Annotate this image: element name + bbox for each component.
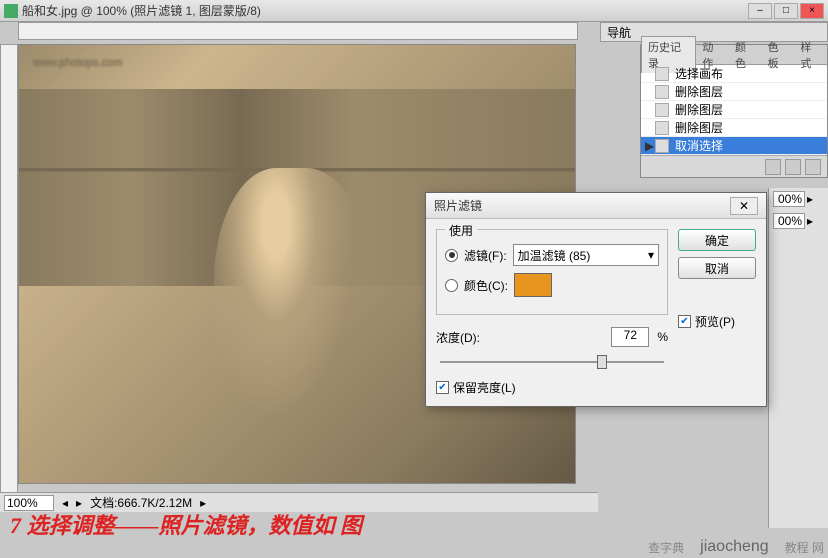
zidian-text: 查字典 [648,539,684,556]
density-unit: % [657,330,668,344]
preserve-luminosity-row: ✔ 保留亮度(L) [436,379,668,396]
dialog-body: 使用 滤镜(F): 加温滤镜 (85) ▾ 颜色(C): 浓度(D): [426,219,766,406]
history-item[interactable]: 删除图层 [641,119,827,137]
maximize-button[interactable]: □ [774,3,798,19]
history-step-icon [655,85,669,99]
opacity-field[interactable]: 00% [773,191,805,207]
chevron-right-icon[interactable]: ▸ [807,192,813,206]
density-row: 浓度(D): 72 % [436,327,668,347]
navigator-label: 导航 [607,24,631,41]
jiaocheng-logo: jiaocheng [700,538,769,556]
filter-value: 加温滤镜 (85) [518,247,591,264]
image-subject [214,168,370,453]
density-label: 浓度(D): [436,329,480,346]
filter-label: 滤镜(F): [464,247,507,264]
fill-row: 00% ▸ [769,210,828,232]
color-swatch[interactable] [514,273,552,297]
minimize-button[interactable]: – [748,3,772,19]
color-radio[interactable] [445,279,458,292]
app-icon [4,4,18,18]
chevron-down-icon: ▾ [648,248,654,262]
use-fieldset: 使用 滤镜(F): 加温滤镜 (85) ▾ 颜色(C): [436,229,668,315]
slider-thumb[interactable] [597,355,607,369]
trash-icon[interactable] [805,159,821,175]
history-list: 选择画布 删除图层 删除图层 删除图层 ▶ 取消选择 [641,65,827,155]
dialog-close-button[interactable]: ✕ [730,197,758,215]
page-watermark: 查字典 jiaocheng 教程 网 [648,538,824,556]
close-button[interactable]: × [800,3,824,19]
tab-styles[interactable]: 样式 [794,37,827,73]
history-step-icon [655,121,669,135]
dialog-main: 使用 滤镜(F): 加温滤镜 (85) ▾ 颜色(C): 浓度(D): [436,229,668,396]
history-current-icon: ▶ [645,139,655,153]
panel-tabs: 历史记录 动作 颜色 色板 样式 [641,45,827,65]
history-step-icon [655,67,669,81]
history-label: 选择画布 [675,65,723,82]
ruler-vertical [0,44,18,498]
history-label: 删除图层 [675,101,723,118]
preview-label: 预览(P) [695,313,735,330]
history-item[interactable]: 删除图层 [641,83,827,101]
photo-filter-dialog: 照片滤镜 ✕ 使用 滤镜(F): 加温滤镜 (85) ▾ 颜色(C): [425,192,767,407]
fieldset-legend: 使用 [445,222,477,239]
preview-checkbox[interactable]: ✔ [678,315,691,328]
slider-track-line [440,361,664,363]
history-step-icon [655,103,669,117]
ok-button[interactable]: 确定 [678,229,756,251]
tutorial-annotation: 7 选择调整——照片滤镜，数值如 图 [10,508,362,540]
fill-field[interactable]: 00% [773,213,805,229]
window-titlebar: 船和女.jpg @ 100% (照片滤镜 1, 图层蒙版/8) – □ × [0,0,828,22]
preserve-luminosity-checkbox[interactable]: ✔ [436,381,449,394]
opacity-row: 00% ▸ [769,188,828,210]
title-text: 船和女.jpg @ 100% (照片滤镜 1, 图层蒙版/8) [22,2,748,19]
history-label: 删除图层 [675,83,723,100]
filter-radio[interactable] [445,249,458,262]
history-panel: 历史记录 动作 颜色 色板 样式 选择画布 删除图层 删除图层 删除图层 ▶ [640,44,828,178]
density-slider[interactable] [440,353,664,371]
dialog-buttons: 确定 取消 ✔ 预览(P) [678,229,756,396]
history-item-current[interactable]: ▶ 取消选择 [641,137,827,155]
preview-row: ✔ 预览(P) [678,313,756,330]
watermark-text: www.photops.com [33,57,122,69]
history-step-icon [655,139,669,153]
window-controls: – □ × [748,3,824,19]
density-input[interactable]: 72 [611,327,649,347]
tab-color[interactable]: 颜色 [729,37,762,73]
cancel-button[interactable]: 取消 [678,257,756,279]
new-snapshot-icon[interactable] [765,159,781,175]
ruler-horizontal [18,22,578,40]
history-label: 取消选择 [675,137,723,154]
chevron-right-icon[interactable]: ▸ [807,214,813,228]
filter-select[interactable]: 加温滤镜 (85) ▾ [513,244,659,266]
new-doc-icon[interactable] [785,159,801,175]
dialog-title-text: 照片滤镜 [434,197,730,214]
preserve-luminosity-label: 保留亮度(L) [453,379,516,396]
history-label: 删除图层 [675,119,723,136]
history-footer [641,155,827,177]
filter-radio-row: 滤镜(F): 加温滤镜 (85) ▾ [445,240,659,270]
layers-panel-edge: 00% ▸ 00% ▸ [768,188,828,528]
tab-swatches[interactable]: 色板 [762,37,795,73]
dialog-titlebar[interactable]: 照片滤镜 ✕ [426,193,766,219]
color-label: 颜色(C): [464,277,508,294]
color-radio-row: 颜色(C): [445,270,659,300]
tutorial-text: 教程 网 [785,539,824,556]
history-item[interactable]: 删除图层 [641,101,827,119]
